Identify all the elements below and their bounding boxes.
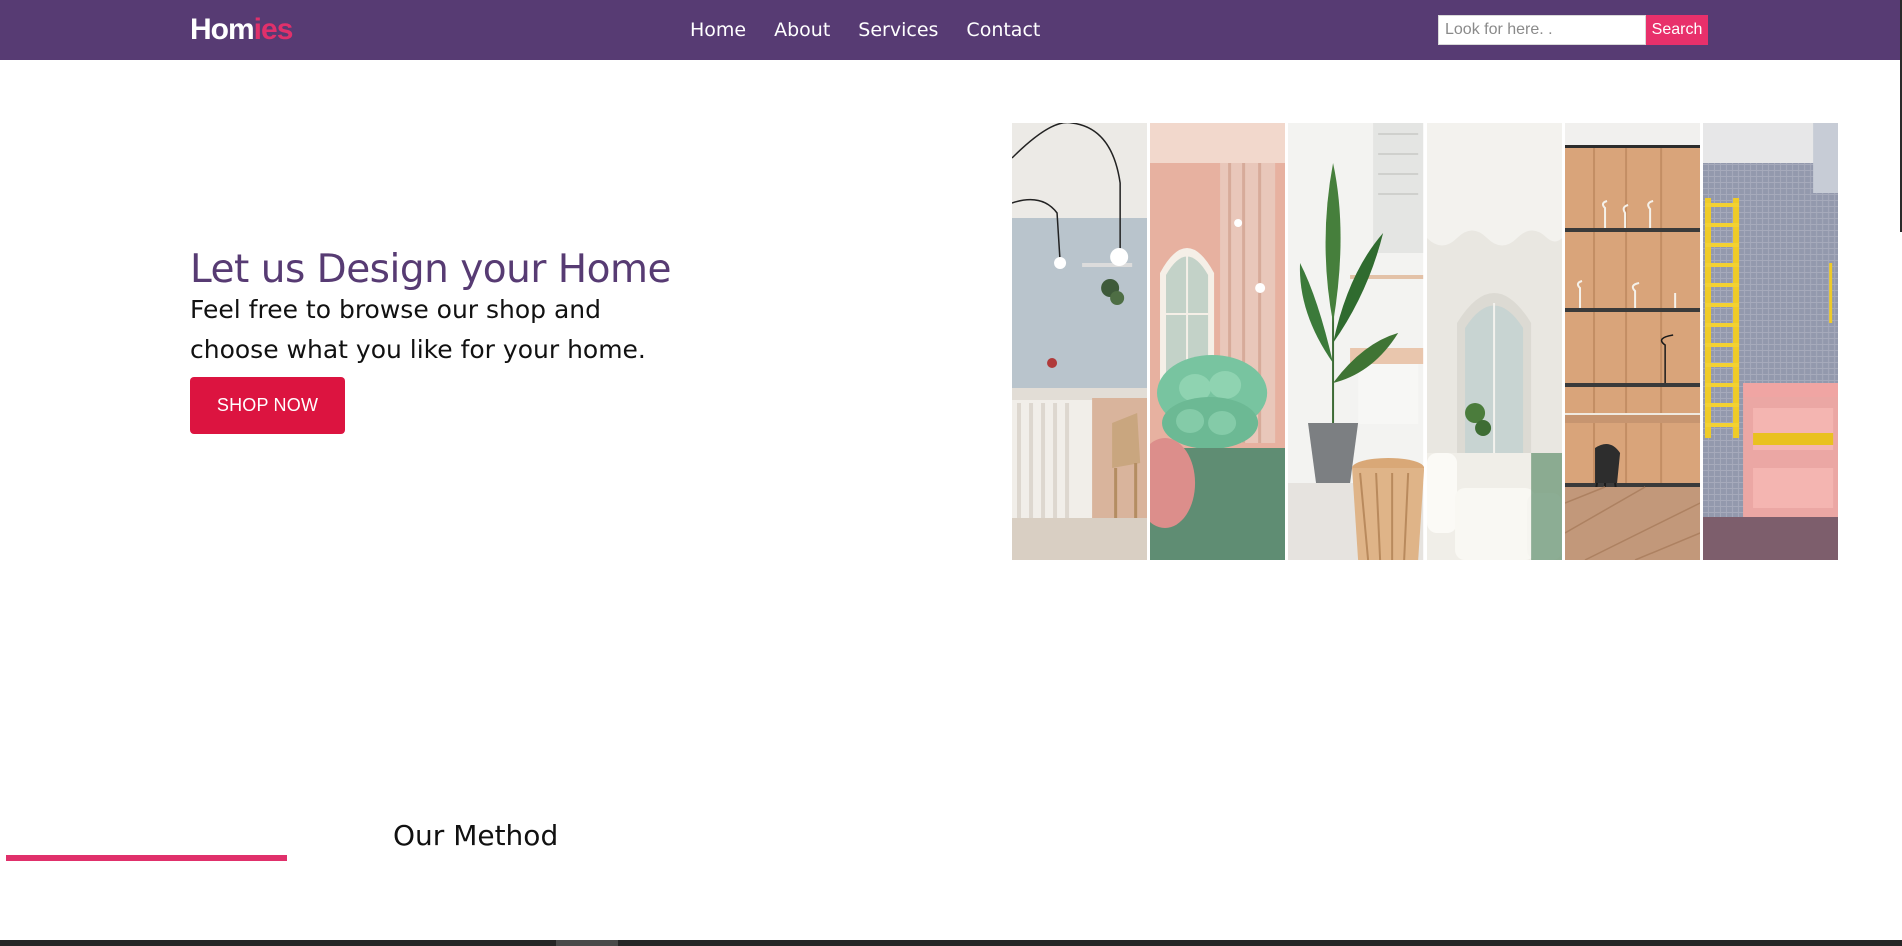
- hero-text: Feel free to browse our shop and choose …: [190, 295, 646, 364]
- nav-link-about[interactable]: About: [774, 18, 830, 42]
- search-input[interactable]: [1438, 15, 1646, 45]
- hero-title: Let us Design your Home: [190, 247, 671, 292]
- section-accent-line: [6, 855, 287, 861]
- logo-text-accent: ies: [253, 13, 294, 46]
- logo-text-primary: Hom: [190, 13, 255, 46]
- search-button[interactable]: Search: [1646, 15, 1708, 45]
- search-form: Search: [1438, 15, 1708, 45]
- interior-image-3: [1288, 123, 1424, 560]
- horizontal-scrollbar[interactable]: [0, 940, 1902, 946]
- nav-links: Home About Services Contact: [690, 18, 1068, 42]
- gallery-image-1: [1012, 123, 1148, 560]
- gallery-image-3: [1288, 123, 1424, 560]
- horizontal-scrollbar-thumb[interactable]: [556, 940, 618, 946]
- nav-link-contact[interactable]: Contact: [966, 18, 1040, 42]
- navbar: Homies Home About Services Contact Searc…: [0, 0, 1900, 60]
- interior-image-5: [1564, 123, 1700, 560]
- interior-image-4: [1426, 123, 1562, 560]
- hero-gallery: [1012, 123, 1839, 560]
- gallery-image-2: [1150, 123, 1286, 560]
- gallery-image-6: [1702, 123, 1839, 560]
- interior-image-2: [1150, 123, 1286, 560]
- gallery-image-4: [1426, 123, 1562, 560]
- nav-link-home[interactable]: Home: [690, 18, 746, 42]
- logo[interactable]: Homies: [190, 12, 294, 48]
- nav-link-services[interactable]: Services: [858, 18, 938, 42]
- gallery-image-5: [1564, 123, 1700, 560]
- interior-image-1: [1012, 123, 1148, 560]
- section-title-our-method: Our Method: [393, 819, 559, 852]
- interior-image-6: [1702, 123, 1839, 560]
- shop-now-button[interactable]: SHOP NOW: [190, 377, 345, 434]
